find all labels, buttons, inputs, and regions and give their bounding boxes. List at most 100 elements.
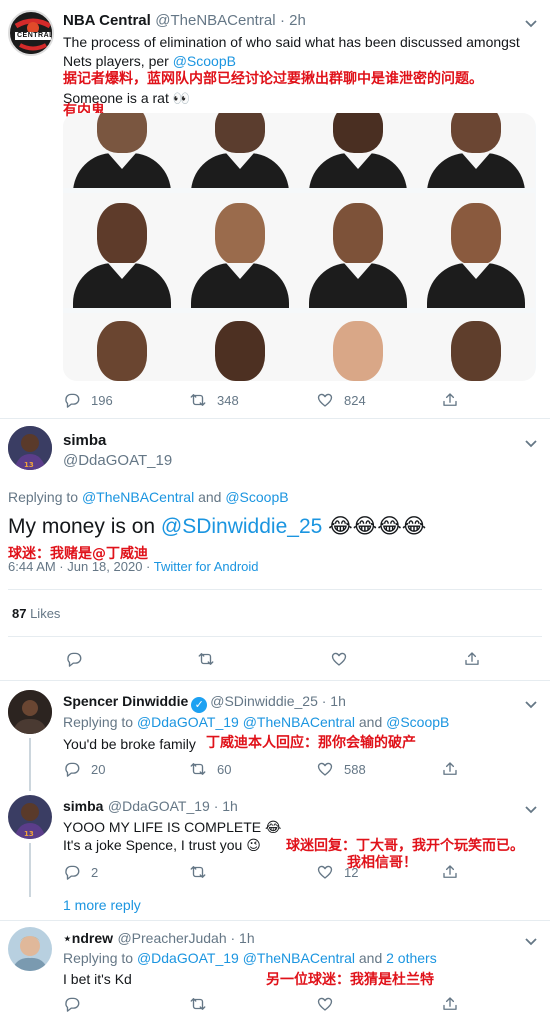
share-button[interactable]: [441, 995, 459, 1013]
author-name[interactable]: ⋆ndrew: [63, 930, 113, 946]
like-icon: [317, 997, 333, 1011]
like-icon: [317, 762, 333, 776]
author-handle[interactable]: @DdaGOAT_19: [63, 452, 172, 469]
retweet-icon: [190, 763, 206, 775]
likes-count[interactable]: 87 Likes: [12, 606, 60, 621]
avatar-image: [8, 690, 52, 734]
like-button[interactable]: [330, 650, 348, 668]
divider: [8, 636, 542, 637]
reply-count: 20: [91, 761, 106, 777]
share-icon: [443, 997, 457, 1010]
replying-to: Replying to @TheNBACentral and @ScoopB: [8, 489, 289, 505]
mention-link[interactable]: 2 others: [386, 950, 437, 966]
more-replies-link[interactable]: 1 more reply: [63, 897, 141, 913]
share-icon: [465, 652, 479, 665]
divider: [0, 418, 550, 419]
player-photo: [181, 193, 299, 308]
nba-central-avatar[interactable]: CENTRAL: [8, 10, 54, 56]
player-photo: [299, 113, 417, 188]
author-name[interactable]: NBA Central: [63, 12, 151, 29]
tweet-timestamp: 6:44 AM · Jun 18, 2020 · Twitter for And…: [8, 559, 259, 574]
share-button[interactable]: [441, 863, 459, 881]
retweet-button[interactable]: [189, 863, 207, 881]
like-icon: [317, 865, 333, 879]
player-photo-grid[interactable]: [63, 113, 536, 381]
retweet-button[interactable]: [197, 650, 215, 668]
share-icon: [443, 865, 457, 878]
author-handle[interactable]: @PreacherJudah · 1h: [117, 930, 254, 946]
author-handle[interactable]: @DdaGOAT_19 · 1h: [108, 798, 238, 814]
retweet-icon: [190, 866, 206, 878]
retweet-button[interactable]: 60: [189, 760, 231, 778]
reply-button[interactable]: [65, 650, 83, 668]
reply-button[interactable]: 20: [63, 760, 105, 778]
like-button[interactable]: [316, 995, 334, 1013]
retweet-button[interactable]: 348: [189, 391, 239, 409]
reply3-header: ⋆ndrew @PreacherJudah · 1h: [63, 930, 255, 948]
like-button[interactable]: 588: [316, 760, 366, 778]
reply-count: 2: [91, 864, 99, 880]
reply-icon: [65, 393, 80, 408]
chevron-down-icon[interactable]: [524, 16, 538, 28]
reply-button[interactable]: [63, 995, 81, 1013]
author-handle[interactable]: @SDinwiddie_25 · 1h: [210, 693, 346, 709]
chevron-down-icon[interactable]: [524, 436, 538, 448]
share-icon: [443, 393, 457, 406]
user-avatar[interactable]: 13: [8, 795, 52, 839]
reply-text-line2: It's a joke Spence, I trust you 😉: [63, 837, 261, 853]
reply-button[interactable]: 196: [63, 391, 113, 409]
client-link[interactable]: Twitter for Android: [154, 559, 259, 574]
user-avatar[interactable]: [8, 690, 52, 734]
tweet1-text-line1: The process of elimination of who said w…: [63, 34, 520, 50]
mention-link[interactable]: @DdaGOAT_19: [137, 714, 239, 730]
user-avatar[interactable]: [8, 927, 52, 971]
player-photo: [63, 313, 181, 381]
mention-link[interactable]: @DdaGOAT_19: [137, 950, 239, 966]
share-button[interactable]: [441, 760, 459, 778]
author-name[interactable]: Spencer Dinwiddie: [63, 693, 188, 709]
chevron-down-icon[interactable]: [524, 697, 538, 709]
mention-link[interactable]: @ScoopB: [386, 714, 449, 730]
reply-icon: [67, 652, 82, 667]
chinese-caption: 丁威迪本人回应：那你会输的破产: [206, 735, 416, 751]
mention-link[interactable]: @TheNBACentral: [243, 714, 355, 730]
chinese-caption: 另一位球迷：我猜是杜兰特: [266, 972, 434, 988]
author-handle[interactable]: @TheNBACentral: [155, 12, 275, 29]
divider: [0, 920, 550, 921]
author-name[interactable]: simba: [63, 798, 103, 814]
avatar-image: 13: [8, 795, 52, 839]
tweet-time[interactable]: · 2h: [280, 12, 306, 29]
user-avatar[interactable]: 13: [8, 426, 52, 470]
reply-count: 196: [91, 392, 113, 408]
svg-text:13: 13: [24, 461, 34, 469]
mention-link[interactable]: @SDinwiddie_25: [161, 515, 322, 538]
mention-link[interactable]: @TheNBACentral: [82, 489, 194, 505]
mention-link[interactable]: @ScoopB: [225, 489, 288, 505]
like-button[interactable]: 824: [316, 391, 366, 409]
author-name[interactable]: simba: [63, 432, 106, 449]
share-button[interactable]: [463, 650, 481, 668]
divider: [8, 589, 542, 590]
replying-to: Replying to @DdaGOAT_19 @TheNBACentral a…: [63, 714, 450, 730]
reply2-header: simba @DdaGOAT_19 · 1h: [63, 798, 238, 816]
logo-text: CENTRAL: [17, 32, 54, 39]
player-photo: [417, 313, 535, 381]
mention-link[interactable]: @TheNBACentral: [243, 950, 355, 966]
share-button[interactable]: [441, 391, 459, 409]
player-photo: [63, 193, 181, 308]
avatar-image: [8, 927, 52, 971]
like-button[interactable]: 12: [316, 863, 358, 881]
retweet-count: 60: [217, 761, 232, 777]
like-count: 824: [344, 392, 366, 408]
svg-text:13: 13: [24, 830, 34, 838]
chevron-down-icon[interactable]: [524, 802, 538, 814]
retweet-count: 348: [217, 392, 239, 408]
retweet-button[interactable]: [189, 995, 207, 1013]
mention-link[interactable]: @ScoopB: [173, 53, 236, 69]
reply-text: I bet it's Kd: [63, 971, 132, 987]
replying-to: Replying to @DdaGOAT_19 @TheNBACentral a…: [63, 950, 437, 966]
avatar-image: 13: [8, 426, 52, 470]
player-photo: [181, 113, 299, 188]
reply-button[interactable]: 2: [63, 863, 98, 881]
chevron-down-icon[interactable]: [524, 934, 538, 946]
